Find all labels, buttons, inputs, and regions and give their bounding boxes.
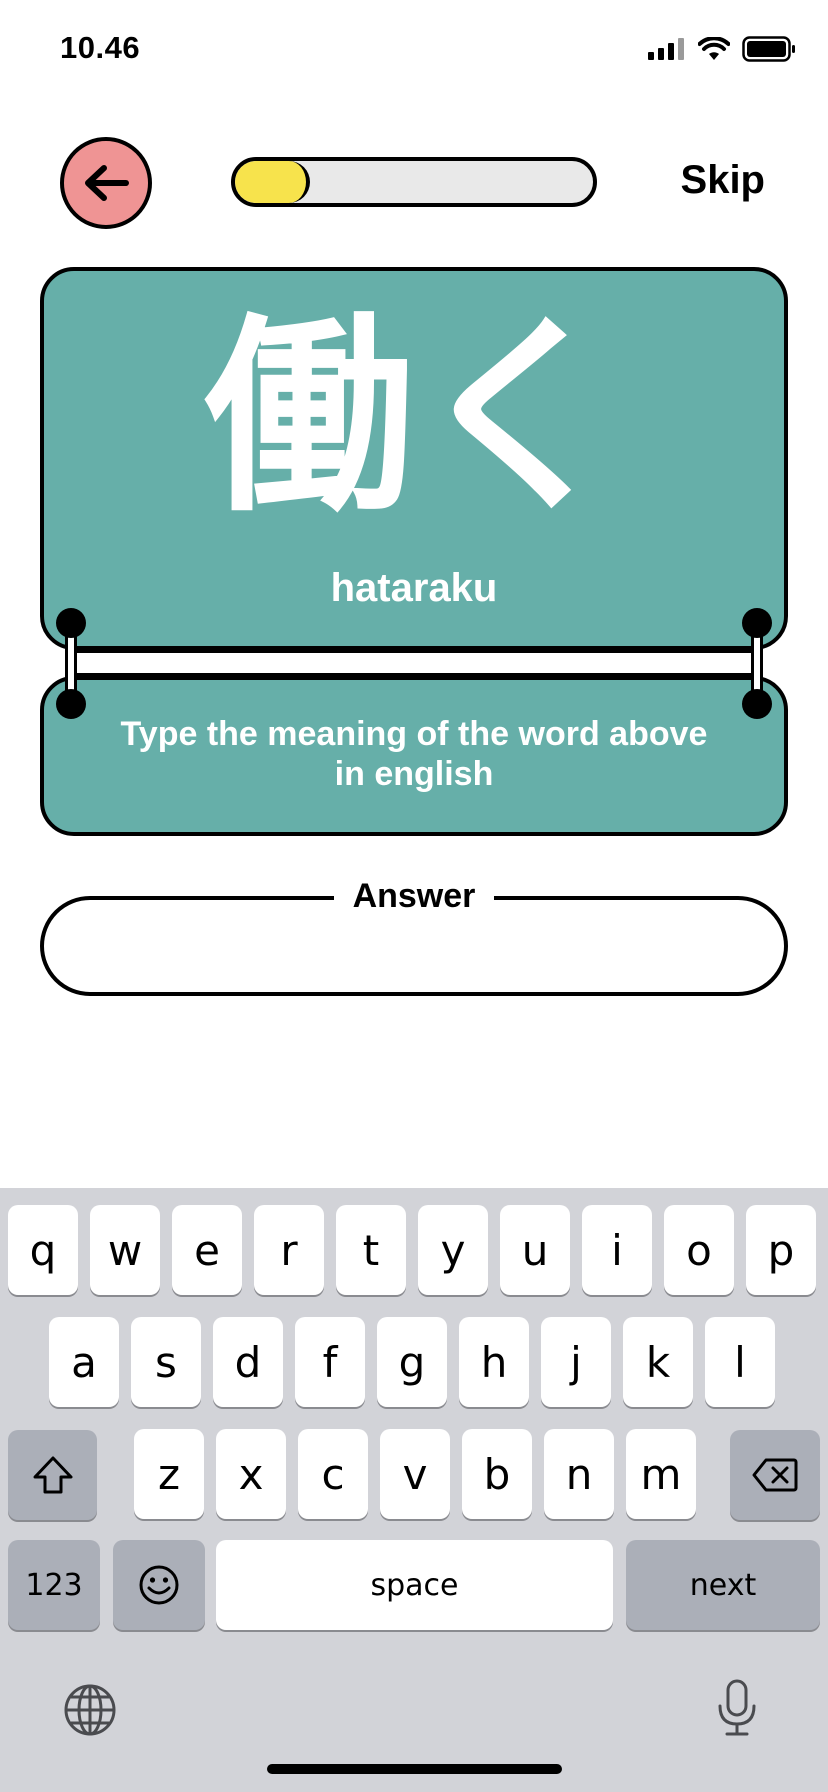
key-a[interactable]: a xyxy=(49,1317,119,1407)
key-s[interactable]: s xyxy=(131,1317,201,1407)
card-binding-band xyxy=(66,649,762,677)
instruction-line-1: Type the meaning of the word above xyxy=(120,715,708,753)
key-r[interactable]: r xyxy=(254,1205,324,1295)
key-n[interactable]: n xyxy=(544,1429,614,1519)
progress-fill xyxy=(235,161,311,203)
key-m[interactable]: m xyxy=(626,1429,696,1519)
arrow-left-icon xyxy=(85,165,129,201)
back-button[interactable] xyxy=(60,137,152,229)
key-d[interactable]: d xyxy=(213,1317,283,1407)
key-x[interactable]: x xyxy=(216,1429,286,1519)
binder-hole-icon xyxy=(56,689,86,719)
instruction-line-2: in english xyxy=(334,755,494,793)
kanji-word: 働く xyxy=(203,295,624,540)
key-g[interactable]: g xyxy=(377,1317,447,1407)
shift-key[interactable] xyxy=(8,1430,97,1520)
key-p[interactable]: p xyxy=(746,1205,816,1295)
key-q[interactable]: q xyxy=(8,1205,78,1295)
key-c[interactable]: c xyxy=(298,1429,368,1519)
key-h[interactable]: h xyxy=(459,1317,529,1407)
backspace-icon xyxy=(752,1458,798,1492)
battery-icon xyxy=(742,36,795,62)
skip-button[interactable]: Skip xyxy=(681,158,765,203)
key-w[interactable]: w xyxy=(90,1205,160,1295)
signal-icon xyxy=(648,38,684,60)
romaji-reading: hataraku xyxy=(330,566,498,610)
answer-input[interactable] xyxy=(74,924,754,972)
space-key[interactable]: space xyxy=(216,1540,613,1630)
answer-label: Answer xyxy=(334,874,494,918)
key-f[interactable]: f xyxy=(295,1317,365,1407)
keyboard: qwertyuiop asdfghjkl zxcvbnm 123 space n… xyxy=(0,1188,828,1792)
key-u[interactable]: u xyxy=(500,1205,570,1295)
key-i[interactable]: i xyxy=(582,1205,652,1295)
binder-hole-icon xyxy=(742,608,772,638)
emoji-key[interactable] xyxy=(113,1540,205,1630)
shift-icon xyxy=(33,1456,72,1494)
emoji-icon xyxy=(139,1565,179,1605)
key-o[interactable]: o xyxy=(664,1205,734,1295)
numbers-key[interactable]: 123 xyxy=(8,1540,100,1630)
key-l[interactable]: l xyxy=(705,1317,775,1407)
instruction-text: Type the meaning of the word above in en… xyxy=(90,714,738,794)
next-key[interactable]: next xyxy=(626,1540,820,1630)
status-icons xyxy=(648,36,796,62)
globe-icon[interactable] xyxy=(63,1683,117,1742)
wifi-icon xyxy=(698,37,730,60)
home-indicator xyxy=(267,1764,562,1774)
key-b[interactable]: b xyxy=(462,1429,532,1519)
status-time: 10.46 xyxy=(60,30,141,65)
binder-hole-icon xyxy=(56,608,86,638)
progress-bar xyxy=(231,157,597,207)
key-y[interactable]: y xyxy=(418,1205,488,1295)
key-j[interactable]: j xyxy=(541,1317,611,1407)
key-t[interactable]: t xyxy=(336,1205,406,1295)
key-v[interactable]: v xyxy=(380,1429,450,1519)
microphone-icon[interactable] xyxy=(715,1678,759,1743)
key-e[interactable]: e xyxy=(172,1205,242,1295)
key-z[interactable]: z xyxy=(134,1429,204,1519)
binder-hole-icon xyxy=(742,689,772,719)
backspace-key[interactable] xyxy=(730,1430,820,1520)
key-k[interactable]: k xyxy=(623,1317,693,1407)
